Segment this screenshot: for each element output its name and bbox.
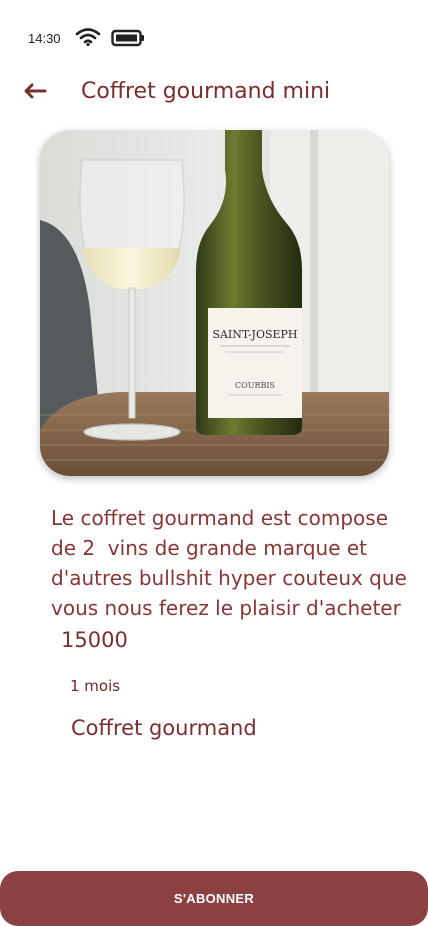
arrow-left-icon [24, 83, 47, 99]
status-time: 14:30 [28, 31, 61, 46]
status-bar: 14:30 [0, 0, 428, 70]
wine-bottle-and-glass-photo: SAINT-JOSEPH COURBIS [40, 130, 389, 476]
wifi-icon [75, 28, 101, 47]
subscription-duration: 1 mois [70, 677, 121, 695]
product-image: SAINT-JOSEPH COURBIS [40, 130, 389, 476]
subscribe-button-label: S'ABONNER [173, 891, 255, 906]
product-description: Le coffret gourmand est compose de 2 vin… [51, 506, 407, 620]
subscribe-button[interactable]: S'ABONNER [0, 871, 428, 926]
header: Coffret gourmand mini [0, 70, 428, 120]
back-button[interactable] [18, 76, 52, 106]
label-text-main: SAINT-JOSEPH [212, 328, 297, 341]
product-name: Coffret gourmand [71, 716, 257, 740]
battery-icon [111, 29, 144, 47]
page-title: Coffret gourmand mini [81, 79, 331, 104]
product-price: 15000 [61, 628, 128, 652]
label-text-brand: COURBIS [235, 381, 275, 390]
